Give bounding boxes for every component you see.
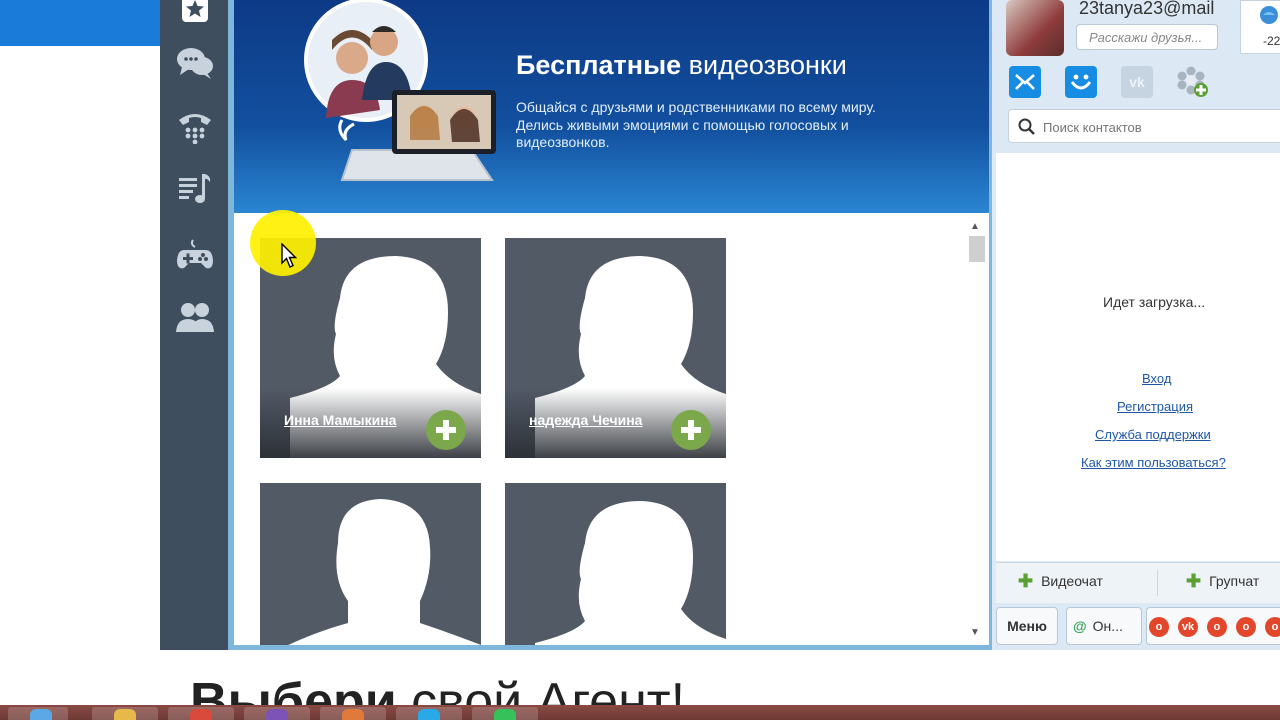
contacts-icon[interactable] xyxy=(176,298,214,336)
videochat-button[interactable]: ✚ Видеочат xyxy=(1018,571,1103,591)
register-link[interactable]: Регистрация xyxy=(1117,399,1193,414)
search-icon xyxy=(1018,118,1035,135)
contact-card[interactable]: надежда Чечина xyxy=(505,238,726,458)
male-silhouette-icon xyxy=(288,499,481,645)
contact-list xyxy=(996,153,1280,561)
avatar[interactable] xyxy=(1006,0,1064,56)
weather-icon xyxy=(1260,6,1278,24)
page-heading: Выбери свой Агент! xyxy=(190,673,686,705)
gamepad-icon[interactable] xyxy=(176,236,214,274)
contact-name[interactable]: Инна Мамыкина xyxy=(284,412,396,428)
videocall-illustration xyxy=(304,0,496,181)
support-link[interactable]: Служба поддержки xyxy=(1095,427,1211,442)
mouse-cursor-icon xyxy=(281,243,297,268)
contact-name[interactable]: надежда Чечина xyxy=(529,412,642,428)
music-icon[interactable] xyxy=(176,170,214,208)
contacts-grid-area: Инна Мамыкина надежда Чечина xyxy=(234,213,989,645)
page-top-bar xyxy=(0,0,160,46)
groupchat-button[interactable]: ✚ Групчат xyxy=(1186,571,1259,591)
add-contact-icon[interactable] xyxy=(671,410,711,450)
online-status-button[interactable]: @ Он... xyxy=(1066,607,1142,645)
page-bottom-area: Выбери свой Агент! xyxy=(0,650,1280,705)
banner-title: Бесплатные видеозвонки xyxy=(516,50,847,80)
promo-banner: Бесплатные видеозвонки Общайся с друзьям… xyxy=(234,0,989,213)
divider xyxy=(1157,570,1158,596)
contact-card[interactable] xyxy=(260,483,481,645)
odnoklassniki-icon[interactable]: o xyxy=(1149,617,1169,637)
scroll-down-icon[interactable]: ▼ xyxy=(970,627,980,638)
taskbar-whatsapp-button[interactable] xyxy=(472,707,538,720)
taskbar-chrome-button[interactable] xyxy=(168,707,234,720)
scrollbar[interactable] xyxy=(967,218,987,645)
social-tray: o vk o o o xyxy=(1146,607,1280,645)
phone-icon[interactable] xyxy=(176,108,214,146)
weather-temperature: -22 xyxy=(1263,34,1280,48)
at-icon: @ xyxy=(1073,618,1087,634)
contact-card[interactable] xyxy=(505,483,726,645)
taskbar-viber-button[interactable] xyxy=(244,707,310,720)
agent-sidebar xyxy=(160,0,230,650)
moimir-icon[interactable] xyxy=(1065,66,1097,98)
taskbar-skype-button[interactable] xyxy=(396,707,462,720)
vk-notification-icon[interactable]: vk xyxy=(1178,617,1198,637)
taskbar xyxy=(0,705,1280,720)
search-input[interactable] xyxy=(1041,116,1275,138)
loading-text: Идет загрузка... xyxy=(1103,294,1206,310)
taskbar-ie-button[interactable] xyxy=(8,707,68,720)
chat-icon[interactable] xyxy=(176,44,214,82)
menu-button[interactable]: Меню xyxy=(996,607,1058,645)
odnoklassniki-icon[interactable]: o xyxy=(1265,617,1280,637)
status-input[interactable]: Расскажи друзья... xyxy=(1076,24,1218,50)
add-contact-icon[interactable] xyxy=(426,410,466,450)
icq-add-icon[interactable] xyxy=(1177,66,1209,98)
plus-icon: ✚ xyxy=(1186,571,1202,591)
odnoklassniki-icon[interactable]: o xyxy=(1236,617,1256,637)
user-email: 23tanya23@mail xyxy=(1079,0,1215,18)
banner-description: Общайся с друзьями и родственниками по в… xyxy=(516,99,876,150)
vk-icon[interactable]: vk xyxy=(1121,66,1153,98)
star-icon[interactable] xyxy=(176,0,214,28)
scrollbar-thumb[interactable] xyxy=(969,236,985,262)
taskbar-presentation-button[interactable] xyxy=(320,707,386,720)
login-link[interactable]: Вход xyxy=(1142,371,1171,386)
help-link[interactable]: Как этим пользоваться? xyxy=(1081,455,1226,470)
contact-search[interactable] xyxy=(1008,109,1280,143)
mail-icon[interactable] xyxy=(1009,66,1041,98)
plus-icon: ✚ xyxy=(1018,571,1034,591)
page-background xyxy=(0,0,160,650)
scroll-up-icon[interactable]: ▲ xyxy=(970,221,980,232)
odnoklassniki-icon[interactable]: o xyxy=(1207,617,1227,637)
female-silhouette-icon xyxy=(535,501,726,645)
taskbar-folder-button[interactable] xyxy=(92,707,158,720)
